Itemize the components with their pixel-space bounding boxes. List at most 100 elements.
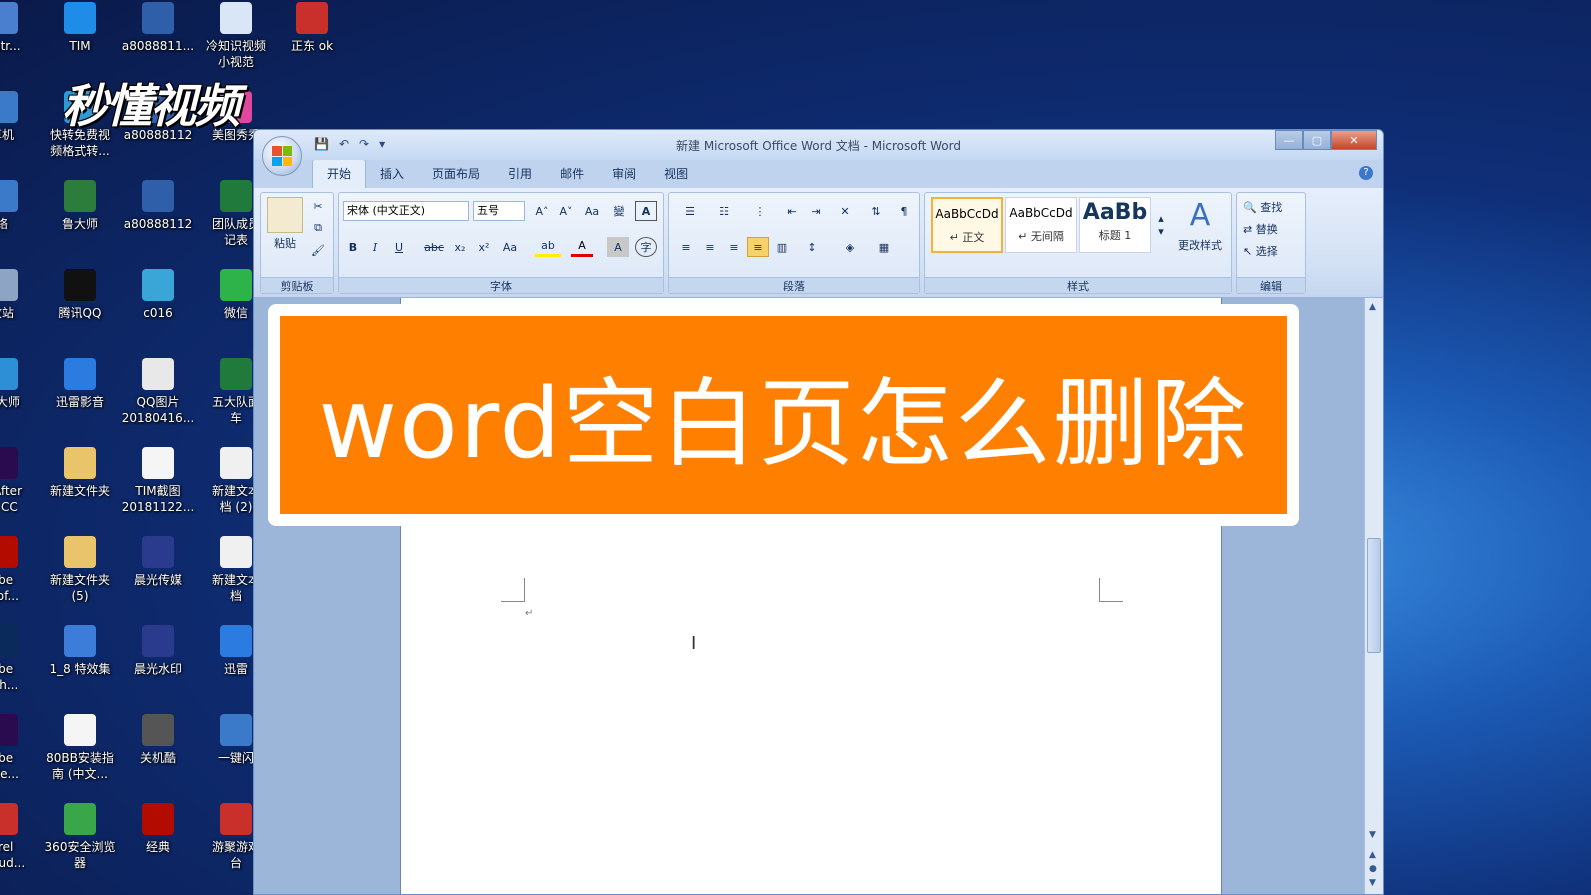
tab-references[interactable]: 引用 bbox=[494, 160, 546, 188]
scroll-down-icon[interactable]: ▼ bbox=[1369, 830, 1376, 840]
sort-icon[interactable]: ⇅ bbox=[865, 201, 887, 221]
style-no-spacing[interactable]: AaBbCcDd ↵ 无间隔 bbox=[1005, 197, 1077, 253]
desktop-icon[interactable]: 迅雷影音 bbox=[38, 358, 122, 410]
change-styles-button[interactable]: 更改样式 bbox=[1169, 237, 1231, 253]
change-case-button[interactable]: Aa bbox=[497, 237, 523, 257]
scroll-thumb[interactable] bbox=[1367, 538, 1381, 653]
vertical-scrollbar[interactable]: ▲ ▼ ▲ ● ▼ bbox=[1364, 298, 1383, 894]
browse-object-icon[interactable]: ● bbox=[1369, 864, 1377, 874]
styles-group: AaBbCcDd ↵ 正文 AaBbCcDd ↵ 无间隔 AaBb 标题 1 ▴… bbox=[924, 192, 1232, 294]
find-button[interactable]: 🔍 查找 bbox=[1243, 197, 1301, 217]
desktop-icon[interactable]: 80BB安装指 南 (中文... bbox=[38, 714, 122, 782]
minimize-button[interactable]: — bbox=[1275, 130, 1303, 150]
desktop-icon[interactable]: 晨光水印 bbox=[116, 625, 200, 677]
align-right-icon[interactable]: ≡ bbox=[723, 237, 745, 257]
undo-icon[interactable]: ↶ bbox=[339, 137, 349, 151]
office-button[interactable] bbox=[262, 136, 302, 176]
increase-indent-icon[interactable]: ⇥ bbox=[805, 201, 827, 221]
bullets-icon[interactable]: ☰ bbox=[675, 201, 705, 221]
highlight-button[interactable]: ab bbox=[535, 237, 561, 257]
next-page-icon[interactable]: ▼ bbox=[1369, 878, 1376, 888]
desktop-icon[interactable]: 冷知识视频 小视范 bbox=[194, 2, 278, 70]
align-left-icon[interactable]: ≡ bbox=[675, 237, 697, 257]
clear-format-button[interactable]: Aa bbox=[581, 201, 603, 221]
desktop-icon[interactable]: 正东 ok bbox=[270, 2, 354, 54]
app-icon bbox=[64, 180, 96, 212]
font-family-select[interactable]: 宋体 (中文正文) bbox=[343, 201, 469, 221]
app-icon bbox=[0, 269, 18, 301]
tab-review[interactable]: 审阅 bbox=[598, 160, 650, 188]
save-icon[interactable]: 💾 bbox=[314, 137, 329, 151]
desktop-icon[interactable]: 新建文件夹 (5) bbox=[38, 536, 122, 604]
numbering-icon[interactable]: ☷ bbox=[709, 201, 739, 221]
decrease-indent-icon[interactable]: ⇤ bbox=[781, 201, 803, 221]
banner-background: word空白页怎么删除 bbox=[280, 316, 1287, 514]
distributed-icon[interactable]: ▥ bbox=[771, 237, 793, 257]
copy-icon[interactable]: ⧉ bbox=[309, 219, 327, 237]
line-spacing-icon[interactable]: ↕ bbox=[797, 237, 827, 257]
cut-icon[interactable]: ✂ bbox=[309, 197, 327, 215]
close-button[interactable]: ✕ bbox=[1331, 130, 1377, 150]
style-heading-1[interactable]: AaBb 标题 1 bbox=[1079, 197, 1151, 253]
tab-view[interactable]: 视图 bbox=[650, 160, 702, 188]
desktop-icon[interactable]: a8088811... bbox=[116, 2, 200, 54]
font-color-button[interactable]: A bbox=[571, 237, 593, 257]
tab-insert[interactable]: 插入 bbox=[366, 160, 418, 188]
desktop-icon[interactable]: TIM bbox=[38, 2, 122, 54]
paste-label[interactable]: 粘贴 bbox=[267, 235, 303, 251]
char-border-button[interactable]: A bbox=[635, 201, 657, 221]
char-shading-button[interactable]: A bbox=[607, 237, 629, 257]
shrink-font-button[interactable]: A˅ bbox=[555, 201, 577, 221]
paste-icon[interactable] bbox=[267, 197, 303, 233]
justify-icon[interactable]: ≡ bbox=[747, 237, 769, 257]
subscript-button[interactable]: x₂ bbox=[449, 237, 471, 257]
desktop-icon[interactable]: 360安全浏览 器 bbox=[38, 803, 122, 871]
desktop-icon-label: 鲁大师 bbox=[61, 217, 98, 231]
editing-group-label: 编辑 bbox=[1237, 277, 1305, 293]
desktop-icon[interactable]: QQ图片 20180416... bbox=[116, 358, 200, 426]
tab-home[interactable]: 开始 bbox=[312, 159, 367, 188]
desktop-icon[interactable]: 晨光传媒 bbox=[116, 536, 200, 588]
italic-button[interactable]: I bbox=[365, 237, 385, 257]
superscript-button[interactable]: x² bbox=[473, 237, 495, 257]
desktop-icon[interactable]: 关机酷 bbox=[116, 714, 200, 766]
shading-icon[interactable]: ◈ bbox=[835, 237, 865, 257]
help-icon[interactable]: ? bbox=[1359, 166, 1373, 180]
grow-font-button[interactable]: A˄ bbox=[531, 201, 553, 221]
desktop-icon[interactable]: 1_8 特效集 bbox=[38, 625, 122, 677]
strikethrough-button[interactable]: abc bbox=[421, 237, 447, 257]
align-center-icon[interactable]: ≡ bbox=[699, 237, 721, 257]
desktop-icon[interactable]: c016 bbox=[116, 269, 200, 321]
desktop-icon[interactable]: a80888112 bbox=[116, 180, 200, 232]
title-bar[interactable]: 💾 ↶ ↷ ▾ 新建 Microsoft Office Word 文档 - Mi… bbox=[254, 130, 1383, 176]
prev-page-icon[interactable]: ▲ bbox=[1369, 850, 1376, 860]
styles-scroll-icon[interactable]: ▴ ▾ bbox=[1155, 197, 1167, 253]
tab-page-layout[interactable]: 页面布局 bbox=[418, 160, 494, 188]
chinese-layout-icon[interactable]: ✕ bbox=[831, 201, 859, 221]
bold-button[interactable]: B bbox=[343, 237, 363, 257]
replace-button[interactable]: ⇄ 替换 bbox=[1243, 219, 1301, 239]
tab-mailings[interactable]: 邮件 bbox=[546, 160, 598, 188]
phonetic-guide-button[interactable]: 變 bbox=[607, 201, 631, 221]
format-painter-icon[interactable]: 🖌 bbox=[309, 241, 327, 259]
change-styles-icon[interactable]: A bbox=[1171, 193, 1229, 237]
desktop-icon[interactable]: TIM截图 20181122... bbox=[116, 447, 200, 515]
enclose-char-button[interactable]: 字 bbox=[635, 237, 657, 257]
multilevel-list-icon[interactable]: ⋮ bbox=[745, 201, 775, 221]
customize-qat-icon[interactable]: ▾ bbox=[379, 137, 385, 151]
desktop-icon[interactable]: 经典 bbox=[116, 803, 200, 855]
redo-icon[interactable]: ↷ bbox=[359, 137, 369, 151]
underline-button[interactable]: U bbox=[389, 237, 409, 257]
font-size-select[interactable]: 五号 bbox=[473, 201, 525, 221]
desktop-icon[interactable]: 腾讯QQ bbox=[38, 269, 122, 321]
app-icon bbox=[220, 536, 252, 568]
maximize-button[interactable]: ▢ bbox=[1303, 130, 1331, 150]
desktop-icon[interactable]: 鲁大师 bbox=[38, 180, 122, 232]
show-marks-icon[interactable]: ¶ bbox=[893, 201, 915, 221]
watermark-logo: 秒懂视频 bbox=[62, 79, 240, 133]
borders-icon[interactable]: ▦ bbox=[869, 237, 899, 257]
select-button[interactable]: ↖ 选择 bbox=[1243, 241, 1301, 261]
desktop-icon[interactable]: 新建文件夹 bbox=[38, 447, 122, 499]
scroll-up-icon[interactable]: ▲ bbox=[1369, 302, 1376, 312]
style-normal[interactable]: AaBbCcDd ↵ 正文 bbox=[931, 197, 1003, 253]
